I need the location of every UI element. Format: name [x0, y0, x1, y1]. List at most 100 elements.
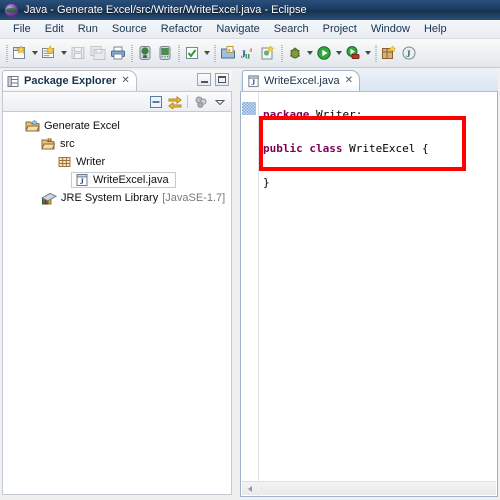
view-menu-filters-icon[interactable]	[192, 93, 209, 110]
maximize-button[interactable]	[215, 73, 229, 86]
scroll-left-icon[interactable]	[248, 485, 252, 492]
source-folder-icon	[41, 137, 56, 151]
tree-item-label: Generate Excel	[44, 120, 120, 132]
tree-item-detail: [JavaSE-1.7]	[162, 192, 226, 204]
tree-item-label: src	[60, 138, 75, 150]
minimize-button[interactable]	[197, 73, 211, 86]
title-bar: Java - Generate Excel/src/Writer/WriteEx…	[0, 0, 500, 20]
menu-bar: File Edit Run Source Refactor Navigate S…	[0, 20, 500, 39]
package-explorer-tab-row: Package Explorer ✕	[2, 70, 232, 91]
java-perspective-icon[interactable]: J	[399, 42, 419, 64]
menu-item-file[interactable]: File	[6, 22, 38, 36]
package-icon	[57, 155, 72, 169]
svg-text:J: J	[80, 176, 85, 186]
toolbar-separator	[211, 43, 218, 63]
svg-text:J: J	[406, 49, 411, 59]
external-tools-icon[interactable]	[343, 42, 363, 64]
tab-writeexcel-java[interactable]: J WriteExcel.java ✕	[242, 70, 360, 91]
panel-divider[interactable]	[232, 70, 240, 496]
external-tools-dropdown-icon[interactable]	[363, 42, 372, 64]
new-wizard-icon[interactable]	[10, 42, 30, 64]
svg-text:a: a	[250, 48, 253, 54]
new-java-class-icon[interactable]	[39, 42, 59, 64]
toolbar-separator	[372, 43, 379, 63]
editor-body[interactable]: package Writer; public class WriteExcel …	[240, 92, 498, 497]
code-line: package Writer;	[263, 108, 362, 121]
project-tree[interactable]: Generate Excel src Writer J WriteExcel.j…	[2, 112, 232, 495]
tree-item-label: Writer	[76, 156, 106, 168]
view-menu-chevron-icon[interactable]	[211, 93, 228, 110]
package-explorer-toolbar	[2, 91, 232, 112]
menu-item-search[interactable]: Search	[267, 22, 316, 36]
java-file-icon: J	[75, 173, 89, 187]
menu-item-edit[interactable]: Edit	[38, 22, 71, 36]
new-android-icon[interactable]	[258, 42, 278, 64]
view-window-buttons	[197, 73, 229, 86]
android-sdk-manager-icon[interactable]	[135, 42, 155, 64]
menu-item-refactor[interactable]: Refactor	[154, 22, 210, 36]
editor-tab-label: WriteExcel.java	[264, 75, 340, 87]
package-explorer-tab-label: Package Explorer	[24, 75, 117, 87]
main-toolbar: a J u a J	[0, 39, 500, 68]
print-icon[interactable]	[108, 42, 128, 64]
toolbar-separator	[3, 43, 10, 63]
editor-vertical-ruler[interactable]	[241, 92, 259, 496]
code-keyword: package	[263, 108, 316, 121]
svg-text:J: J	[251, 78, 255, 87]
tree-item-generate-excel[interactable]: Generate Excel	[3, 117, 231, 135]
java-project-icon	[25, 119, 40, 133]
code-text: Writer;	[315, 108, 363, 121]
tree-item-writer[interactable]: Writer	[3, 153, 231, 171]
tab-package-explorer[interactable]: Package Explorer ✕	[2, 70, 137, 91]
menu-item-navigate[interactable]: Navigate	[209, 22, 266, 36]
eclipse-window: Java - Generate Excel/src/Writer/WriteEx…	[0, 0, 500, 500]
tree-item-writeexcel-java[interactable]: J WriteExcel.java	[3, 171, 231, 189]
new-perspective-icon[interactable]	[379, 42, 399, 64]
new-wizard-dropdown-icon[interactable]	[30, 42, 39, 64]
run-dropdown-icon[interactable]	[334, 42, 343, 64]
open-type-icon[interactable]: a	[218, 42, 238, 64]
new-java-class-dropdown-icon[interactable]	[59, 42, 68, 64]
checkmark-icon[interactable]	[182, 42, 202, 64]
jre-library-icon	[41, 191, 57, 205]
toolbar-separator	[187, 95, 188, 108]
java-file-icon: J	[247, 74, 260, 88]
window-title: Java - Generate Excel/src/Writer/WriteEx…	[24, 4, 307, 16]
tree-item-jre-system-library[interactable]: JRE System Library [JavaSE-1.7]	[3, 189, 231, 207]
run-icon[interactable]	[314, 42, 334, 64]
junit-icon[interactable]: J u a	[238, 42, 258, 64]
debug-icon[interactable]	[285, 42, 305, 64]
package-explorer-view: Package Explorer ✕ Generate Excel src Wr…	[2, 70, 232, 496]
link-with-editor-icon[interactable]	[166, 93, 183, 110]
package-explorer-icon	[7, 75, 20, 88]
toolbar-separator	[128, 43, 135, 63]
code-line: }	[263, 176, 270, 189]
save-all-icon	[88, 42, 108, 64]
horizontal-scrollbar[interactable]	[242, 481, 496, 495]
eclipse-icon	[5, 3, 18, 17]
code-text: WriteExcel {	[349, 142, 429, 155]
code-line: public class WriteExcel {	[263, 142, 429, 155]
source-code[interactable]: package Writer; public class WriteExcel …	[263, 106, 495, 191]
android-avd-manager-icon[interactable]	[155, 42, 175, 64]
checkmark-dropdown-icon[interactable]	[202, 42, 211, 64]
tree-item-label: JRE System Library	[61, 192, 159, 204]
menu-item-run[interactable]: Run	[71, 22, 105, 36]
ruler-marker-icon	[242, 102, 256, 115]
code-editor-view: J WriteExcel.java ✕ package Writer; publ…	[240, 70, 498, 497]
menu-item-window[interactable]: Window	[364, 22, 417, 36]
debug-dropdown-icon[interactable]	[305, 42, 314, 64]
code-keyword: public class	[263, 142, 350, 155]
collapse-all-icon[interactable]	[147, 93, 164, 110]
toolbar-separator	[175, 43, 182, 63]
toolbar-separator	[278, 43, 285, 63]
menu-item-help[interactable]: Help	[417, 22, 454, 36]
menu-item-source[interactable]: Source	[105, 22, 154, 36]
save-icon	[68, 42, 88, 64]
close-icon[interactable]: ✕	[345, 76, 353, 86]
editor-tab-row: J WriteExcel.java ✕	[240, 70, 498, 92]
tree-item-label: WriteExcel.java	[93, 174, 169, 186]
menu-item-project[interactable]: Project	[316, 22, 364, 36]
tree-item-src[interactable]: src	[3, 135, 231, 153]
close-icon[interactable]: ✕	[121, 76, 129, 86]
